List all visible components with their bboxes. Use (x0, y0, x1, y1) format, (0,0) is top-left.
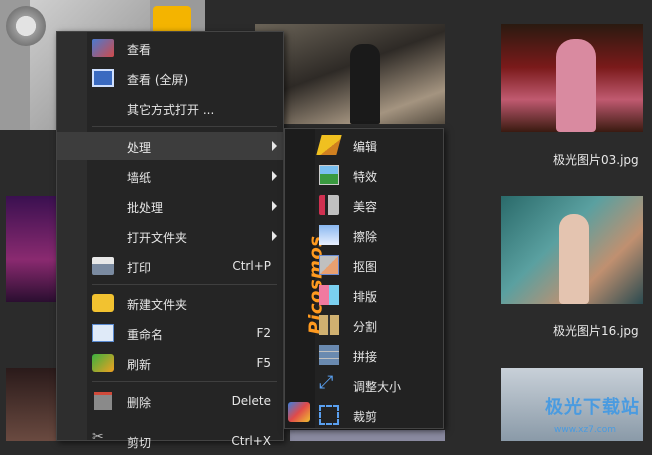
menu-item-new-folder[interactable]: 新建文件夹 (57, 289, 283, 317)
submenu-item-label: 编辑 (353, 140, 378, 154)
menu-item-label: 其它方式打开 ... (127, 103, 215, 117)
menu-item-print[interactable]: 打印 Ctrl+P (57, 252, 283, 280)
menu-item-label: 新建文件夹 (127, 298, 188, 312)
submenu-item-label: 抠图 (353, 260, 378, 274)
figure-pink (556, 39, 596, 132)
picosmos-logo-icon (288, 402, 310, 422)
submenu-item-label: 排版 (353, 290, 378, 304)
menu-item-process[interactable]: 处理 (57, 132, 283, 160)
menu-item-view-fullscreen[interactable]: 查看 (全屏) (57, 64, 283, 92)
thumbnail-right-1[interactable] (501, 24, 643, 132)
menu-item-label: 打印 (127, 261, 152, 275)
submenu-arrow-icon (272, 231, 277, 241)
view-icon (92, 39, 114, 57)
context-menu: 查看 查看 (全屏) 其它方式打开 ... 处理 墙纸 批处理 打开文件夹 打印… (56, 31, 284, 450)
submenu-item-beauty[interactable]: 美容 (315, 190, 443, 220)
shortcut-print: Ctrl+P (232, 259, 271, 273)
menu-separator (92, 284, 277, 285)
menu-item-label: 查看 (全屏) (127, 73, 189, 87)
submenu-item-label: 分割 (353, 320, 378, 334)
menu-separator (92, 126, 277, 127)
caption-2: 极光图片16.jpg (553, 324, 639, 338)
menu-item-label: 墙纸 (127, 171, 152, 185)
thumbnail-right-2[interactable] (501, 196, 643, 304)
menu-item-label: 删除 (127, 396, 152, 410)
figure-dancer (559, 214, 589, 304)
submenu-item-stitch[interactable]: 拼接 (315, 340, 443, 370)
menu-item-batch[interactable]: 批处理 (57, 192, 283, 220)
thumbnail-left-2[interactable] (6, 368, 56, 441)
submenu-item-effects[interactable]: 特效 (315, 160, 443, 190)
menu-separator (92, 381, 277, 382)
menu-item-wallpaper[interactable]: 墙纸 (57, 162, 283, 190)
menu-item-open-folder[interactable]: 打开文件夹 (57, 222, 283, 250)
menu-item-delete[interactable]: 删除 Delete (57, 387, 283, 415)
fullscreen-icon (92, 69, 114, 87)
submenu-arrow-icon (272, 171, 277, 181)
submenu-item-edit[interactable]: 编辑 (315, 130, 443, 160)
submenu-item-label: 裁剪 (353, 410, 378, 424)
menu-item-refresh[interactable]: 刷新 F5 (57, 349, 283, 377)
submenu-arrow-icon (272, 201, 277, 211)
thumbnail-left-1[interactable] (6, 196, 56, 302)
menu-item-open-with[interactable]: 其它方式打开 ... (57, 94, 283, 122)
layout-icon (319, 285, 339, 305)
makeup-icon (319, 195, 339, 215)
app-gear-icon (6, 6, 46, 46)
menu-item-cut[interactable]: ✂ 剪切 Ctrl+X (57, 427, 283, 455)
shortcut-rename: F2 (256, 326, 271, 340)
menu-item-view[interactable]: 查看 (57, 34, 283, 62)
resize-icon: ⤢ (319, 372, 334, 393)
submenu-item-layout[interactable]: 排版 (315, 280, 443, 310)
menu-item-label: 剪切 (127, 436, 152, 450)
process-submenu: Picosmos 编辑 特效 美容 擦除 抠图 排版 分割 拼接 ⤢ 调整大小 … (284, 128, 444, 429)
shortcut-refresh: F5 (256, 356, 271, 370)
effects-icon (319, 165, 339, 185)
submenu-item-label: 调整大小 (353, 380, 402, 394)
menu-item-label: 打开文件夹 (127, 231, 188, 245)
submenu-item-crop[interactable]: 裁剪 (315, 400, 443, 430)
thumbnail-center-bottom[interactable] (290, 430, 445, 441)
submenu-item-split[interactable]: 分割 (315, 310, 443, 340)
submenu-item-cutout[interactable]: 抠图 (315, 250, 443, 280)
submenu-item-label: 特效 (353, 170, 378, 184)
shortcut-delete: Delete (231, 394, 271, 408)
menu-item-label: 刷新 (127, 358, 152, 372)
menu-item-label: 批处理 (127, 201, 164, 215)
submenu-item-label: 美容 (353, 200, 378, 214)
refresh-icon (92, 354, 114, 372)
figure-silhouette (350, 44, 380, 124)
menu-item-rename[interactable]: 重命名 F2 (57, 319, 283, 347)
split-icon (319, 315, 339, 335)
submenu-arrow-icon (272, 141, 277, 151)
submenu-item-label: 擦除 (353, 230, 378, 244)
printer-icon (92, 257, 114, 275)
submenu-item-erase[interactable]: 擦除 (315, 220, 443, 250)
crop-icon (319, 405, 339, 425)
menu-item-label: 处理 (127, 141, 152, 155)
watermark-url: www.xz7.com (554, 425, 616, 435)
shortcut-cut: Ctrl+X (231, 434, 271, 448)
menu-item-label: 重命名 (127, 328, 164, 342)
rename-icon (92, 324, 114, 342)
menu-item-label: 查看 (127, 43, 152, 57)
pencil-icon (316, 135, 342, 155)
watermark-logo: 极光下载站 (545, 397, 640, 418)
submenu-item-label: 拼接 (353, 350, 378, 364)
folder-icon (92, 294, 114, 312)
eraser-icon (319, 225, 339, 245)
scissors-icon: ✂ (92, 429, 104, 445)
trash-icon (94, 392, 112, 410)
stitch-icon (319, 345, 339, 365)
caption-1: 极光图片03.jpg (553, 153, 639, 167)
cutout-icon (319, 255, 339, 275)
submenu-item-resize[interactable]: ⤢ 调整大小 (315, 370, 443, 400)
